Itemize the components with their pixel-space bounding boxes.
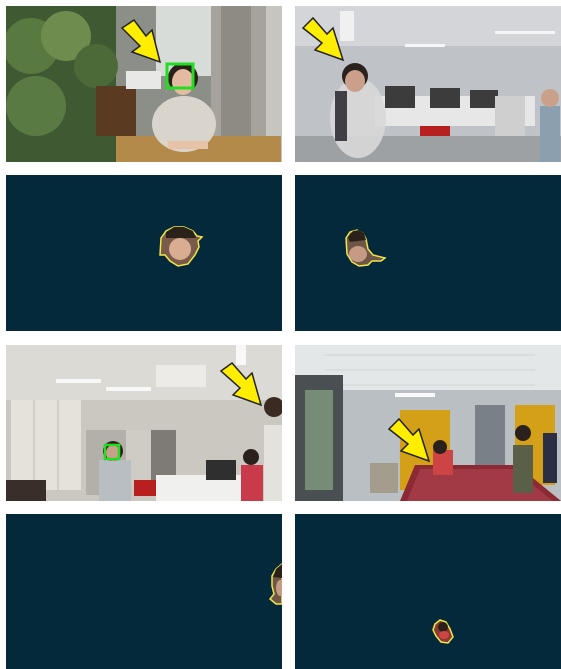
photo-patio-woman — [6, 6, 282, 162]
segmentation-mask-billiard-head — [295, 514, 561, 669]
photo-office-room — [6, 345, 282, 501]
segmentation-mask-patio-head — [6, 175, 282, 331]
photo-billiard-room — [295, 345, 561, 501]
photo-office-walking — [295, 6, 561, 162]
segmentation-mask-walking-head — [295, 175, 561, 331]
segmentation-mask-office-head — [6, 514, 282, 669]
